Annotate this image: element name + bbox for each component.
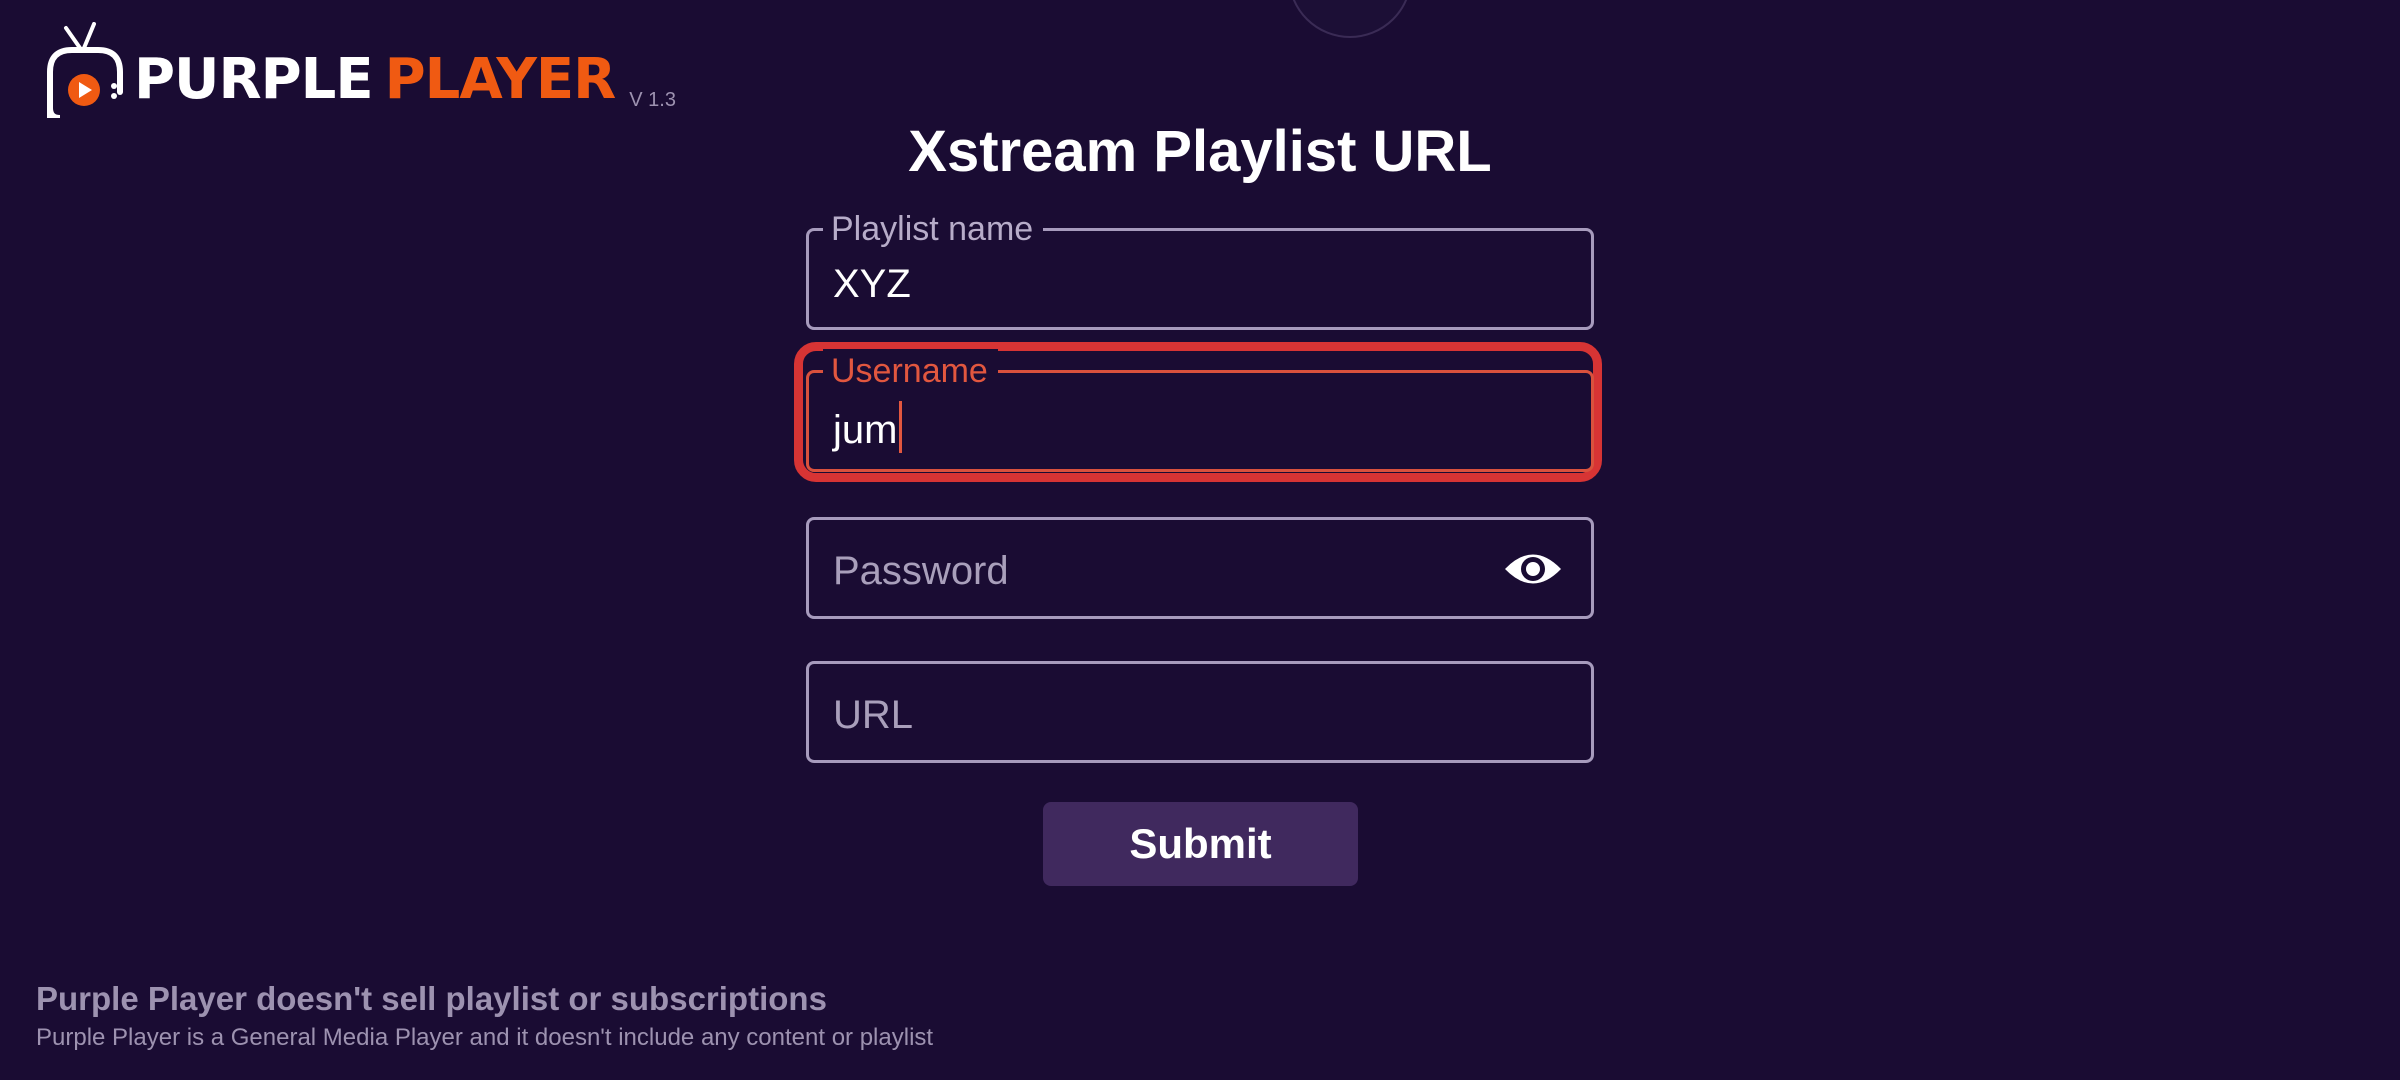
page-title: Xstream Playlist URL — [908, 119, 1492, 184]
camera-cutout — [1288, 0, 1412, 38]
app-version: V 1.3 — [629, 89, 676, 111]
url-placeholder: URL — [833, 693, 914, 737]
disclaimer-body: Purple Player is a General Media Player … — [36, 1024, 934, 1051]
logo-wordmark: PURPLE PLAYER — [134, 47, 617, 112]
username-value-wrapper: jum — [833, 401, 903, 455]
password-placeholder: Password — [833, 549, 1009, 593]
app-logo: PURPLE PLAYER V 1.3 — [36, 18, 676, 121]
url-field[interactable]: URL — [806, 661, 1594, 763]
text-cursor — [899, 401, 903, 453]
password-field[interactable]: Password — [806, 517, 1594, 619]
logo-word-player: PLAYER — [384, 47, 617, 112]
submit-button[interactable]: Submit — [1043, 802, 1358, 886]
playlist-name-value: XYZ — [833, 262, 911, 306]
disclaimer-title: Purple Player doesn't sell playlist or s… — [36, 980, 827, 1017]
tv-logo-icon — [36, 22, 128, 121]
username-field[interactable]: Username jum — [806, 349, 1594, 472]
username-value: jum — [833, 408, 898, 452]
playlist-name-label: Playlist name — [823, 207, 1044, 251]
username-label: Username — [823, 349, 998, 393]
playlist-name-field[interactable]: Playlist name XYZ — [806, 207, 1594, 330]
screen: PURPLE PLAYER V 1.3 Xstream Playlist URL… — [0, 0, 2400, 1080]
eye-icon[interactable] — [1503, 546, 1563, 592]
logo-word-purple: PURPLE — [134, 47, 374, 112]
